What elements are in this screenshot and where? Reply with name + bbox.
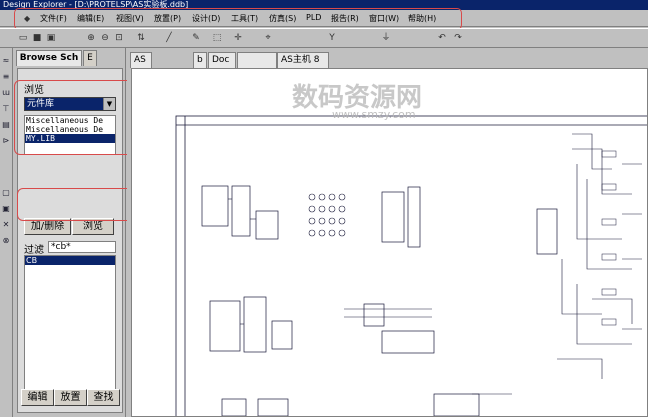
wire: [576, 164, 622, 240]
switch-key: [318, 229, 326, 237]
ic-u9: [433, 393, 480, 417]
switch-key: [308, 217, 316, 225]
switch-key: [318, 193, 326, 201]
switch-key: [318, 205, 326, 213]
buttons-highlight-annotation: [17, 188, 135, 221]
switch-key: [338, 217, 346, 225]
undo-icon[interactable]: ↶: [436, 32, 448, 44]
wire: [572, 133, 612, 170]
zoom-in-icon[interactable]: ⊕: [85, 32, 97, 44]
ic-u2: [231, 185, 251, 237]
power-port-icon[interactable]: ⊤: [1, 104, 11, 114]
tab-document-as[interactable]: AS: [130, 52, 152, 68]
junction-icon[interactable]: ▣: [1, 204, 11, 214]
part-tool-icon[interactable]: ▤: [1, 120, 11, 130]
wire: [592, 298, 633, 324]
switch-key: [328, 193, 336, 201]
wire: [561, 259, 602, 315]
menu-highlight-annotation: [14, 8, 462, 30]
browse-icon[interactable]: ⇅: [135, 32, 147, 44]
bus-icon[interactable]: ✎: [190, 32, 202, 44]
wire-icon[interactable]: ╱: [163, 32, 175, 44]
led-array: [381, 330, 435, 354]
filter-label: 过滤: [24, 245, 44, 256]
resistor: [601, 183, 617, 191]
switch-key: [308, 205, 316, 213]
tab-document-main[interactable]: AS主机 8: [277, 52, 329, 68]
sheet-symbol-icon[interactable]: ⊳: [1, 136, 11, 146]
component-list[interactable]: CB: [24, 255, 116, 402]
wire-tool-icon[interactable]: ≈: [1, 56, 11, 66]
wire: [557, 358, 603, 379]
resistor: [601, 288, 617, 296]
redo-icon[interactable]: ↷: [452, 32, 464, 44]
zoom-out-icon[interactable]: ⊖: [99, 32, 111, 44]
schematic-sheet[interactable]: 数码资源网 www.smzy.com: [131, 68, 648, 417]
watermark-url: www.smzy.com: [332, 108, 416, 121]
resistor: [601, 318, 617, 326]
app-window: Design Explorer - [D:\PROTELSP\AS实验板.ddb…: [0, 0, 648, 417]
browse-highlight-annotation: [14, 80, 144, 155]
switch-key: [328, 205, 336, 213]
ic-u11: [257, 398, 289, 417]
ic-u10: [221, 398, 247, 417]
tab-document-doc[interactable]: Doc: [208, 52, 236, 68]
resistor: [601, 150, 617, 158]
sheet-border: [175, 115, 648, 417]
document-area: AS b Doc AS主机 8 数码资源网 www.smzy.com: [127, 48, 648, 417]
panel-tabs: Browse Sch E: [14, 48, 126, 66]
switch-key: [338, 205, 346, 213]
filter-input[interactable]: *cb*: [48, 241, 116, 253]
probe-icon[interactable]: ⊗: [1, 236, 11, 246]
wire: [586, 179, 632, 270]
component-item[interactable]: CB: [25, 256, 115, 265]
tab-browse-sch[interactable]: Browse Sch: [16, 50, 82, 66]
ic-u4: [381, 191, 405, 243]
cross-probe-icon[interactable]: ⌖: [262, 32, 274, 44]
net-label-icon[interactable]: ɯ: [1, 88, 11, 98]
ic-u8: [271, 320, 293, 350]
part-icon[interactable]: Y: [326, 32, 338, 44]
switch-key: [328, 229, 336, 237]
schematic-drawing: [175, 115, 648, 417]
port-icon[interactable]: ▢: [1, 188, 11, 198]
no-erc-icon[interactable]: ✕: [1, 220, 11, 230]
ic-u1: [201, 185, 229, 227]
tab-document-b[interactable]: b: [193, 52, 207, 68]
connector-j1: [407, 186, 421, 248]
edit-button[interactable]: 编辑: [21, 389, 54, 406]
switch-key: [308, 229, 316, 237]
tab-explorer[interactable]: E: [83, 50, 97, 66]
left-tool-strip: ≈ ≡ ɯ ⊤ ▤ ⊳ ▢ ▣ ✕ ⊗: [0, 48, 13, 417]
find-button[interactable]: 查找: [87, 389, 120, 406]
resistor: [601, 253, 617, 261]
open-folder-icon[interactable]: ▭: [17, 32, 29, 44]
connector-j2: [363, 303, 385, 327]
power-icon[interactable]: ⏚: [380, 32, 392, 44]
switch-key: [338, 229, 346, 237]
switch-key: [318, 217, 326, 225]
switch-key: [308, 193, 316, 201]
main-toolbar: ▭ ■ ▣ ⊕ ⊖ ⊡ ⇅ ╱ ✎ ⬚ ✛ ⌖ Y ⏚ ↶ ↷: [0, 28, 648, 48]
move-icon[interactable]: ✛: [232, 32, 244, 44]
ic-u7: [243, 296, 267, 353]
resistor: [601, 218, 617, 226]
switch-key: [328, 217, 336, 225]
ic-u6: [209, 300, 241, 352]
tab-document-4[interactable]: [237, 52, 277, 68]
place-button[interactable]: 放置: [54, 389, 87, 406]
save-icon[interactable]: ■: [31, 32, 43, 44]
select-icon[interactable]: ⬚: [211, 32, 223, 44]
ic-u3: [255, 210, 279, 240]
print-icon[interactable]: ▣: [45, 32, 57, 44]
bus-tool-icon[interactable]: ≡: [1, 72, 11, 82]
zoom-fit-icon[interactable]: ⊡: [113, 32, 125, 44]
switch-key: [338, 193, 346, 201]
ic-u5: [536, 208, 558, 255]
